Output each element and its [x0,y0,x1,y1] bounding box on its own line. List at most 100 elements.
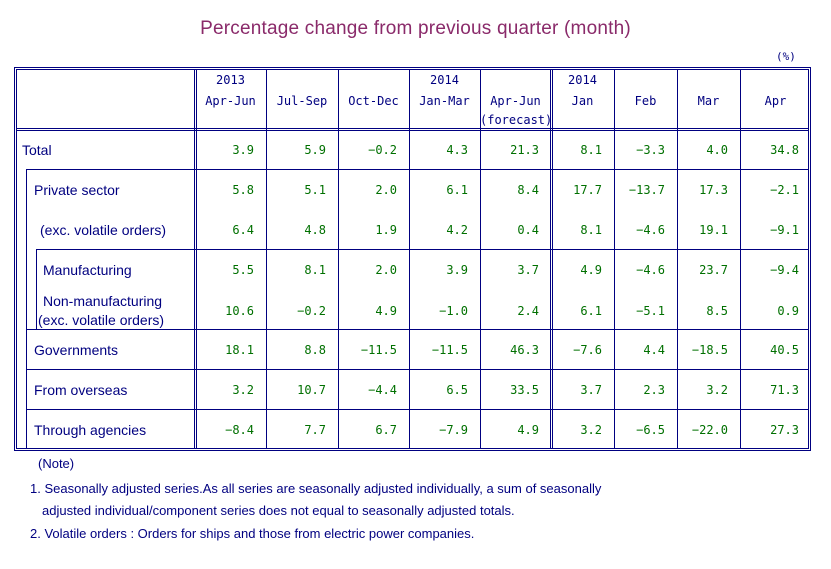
table-cell: 0.9 [777,304,799,318]
column-header-note: (forecast) [480,113,553,127]
table-cell: 40.5 [770,343,799,357]
table-cell: 6.1 [580,304,602,318]
table-cell: 23.7 [699,263,728,277]
row-label-sub: (exc. volatile orders) [38,312,165,328]
note-line-2: adjusted individual/component series doe… [42,503,515,518]
note-line-1: 1. Seasonally adjusted series.As all ser… [30,481,602,496]
table-cell: −9.4 [770,263,799,277]
table-cell: 3.2 [232,383,254,397]
table-cell: 33.5 [510,383,539,397]
unit-label: (%) [776,50,796,63]
table-border [14,450,811,451]
row-label: Non-manufacturing [43,293,163,309]
header-divider [16,128,809,129]
row-label: Manufacturing [43,262,132,278]
table-cell: −2.1 [770,183,799,197]
table-cell: −7.6 [573,343,602,357]
table-border [808,69,809,449]
column-header-year: 2014 [430,73,459,87]
table-cell: −18.5 [691,343,728,357]
row-label: Through agencies [34,422,147,438]
table-cell: 18.1 [225,343,254,357]
table-cell: 4.0 [706,143,728,157]
table-cell: 1.9 [375,223,397,237]
table-cell: 2.4 [517,304,539,318]
table-cell: 5.1 [304,183,326,197]
table-cell: 7.7 [304,423,326,437]
table-cell: −11.5 [431,343,468,357]
table-cell: 8.8 [304,343,326,357]
table-cell: 8.1 [580,143,602,157]
column-header-period: Jan [571,94,594,108]
column-header-period: Mar [697,94,720,108]
table-cell: −3.3 [636,143,665,157]
note-line-3: 2. Volatile orders : Orders for ships an… [30,526,475,541]
table-cell: 4.9 [580,263,602,277]
table-cell: 0.4 [517,223,539,237]
table-cell: 6.4 [232,223,254,237]
row-divider [195,249,808,250]
page-title: Percentage change from previous quarter … [200,18,631,39]
table-cell: −13.7 [628,183,665,197]
row-label: Private sector [34,182,120,198]
table-cell: 27.3 [770,423,799,437]
table-cell: −0.2 [368,143,397,157]
column-header-period: Jul-Sep [276,94,328,108]
row-label: From overseas [34,382,128,398]
table-border [16,448,809,449]
table-cell: 5.8 [232,183,254,197]
table-cell: 8.5 [706,304,728,318]
table-cell: 2.0 [375,263,397,277]
table-cell: 46.3 [510,343,539,357]
table-cell: 3.2 [580,423,602,437]
table-cell: −0.2 [297,304,326,318]
row-divider [26,169,809,170]
column-header-year: 2013 [216,73,245,87]
row-divider [26,409,809,410]
table-cell: −22.0 [691,423,728,437]
row-label: (exc. volatile orders) [40,222,167,238]
table-cell: −4.6 [636,263,665,277]
table-cell: 5.5 [232,263,254,277]
table-cell: 3.9 [446,263,468,277]
row-divider [26,369,809,370]
row-label: Governments [34,342,119,358]
column-header-period: Apr [764,94,787,108]
table-cell: 21.3 [510,143,539,157]
table-cell: 10.6 [225,304,254,318]
table-cell: −9.1 [770,223,799,237]
table-cell: 3.2 [706,383,728,397]
table-cell: 4.2 [446,223,468,237]
indent-line [36,249,37,329]
table-cell: 6.7 [375,423,397,437]
header-divider [16,130,809,131]
table-cell: 6.1 [446,183,468,197]
table-cell: 2.3 [643,383,665,397]
table-cell: 5.9 [304,143,326,157]
table-cell: 8.4 [517,183,539,197]
table-cell: −4.4 [368,383,397,397]
notes-heading: (Note) [38,456,75,471]
table-cell: 8.1 [580,223,602,237]
table-cell: 4.9 [517,423,539,437]
column-header-period: Apr-Jun [490,94,541,108]
indent-line [26,169,27,448]
table-cell: −8.4 [225,423,254,437]
table-cell: 71.3 [770,383,799,397]
table-cell: 3.7 [580,383,602,397]
column-header-period: Feb [634,94,657,108]
table-cell: −7.9 [439,423,468,437]
table-cell: 4.9 [375,304,397,318]
table-border [16,69,17,449]
table-cell: 3.9 [232,143,254,157]
table-cell: 3.7 [517,263,539,277]
table-cell: −4.6 [636,223,665,237]
table-cell: 4.4 [643,343,665,357]
table-cell: 4.3 [446,143,468,157]
column-header-period: Jan-Mar [419,94,470,108]
data-table: 2013 Apr-Jun Jul-Sep Oct-Dec 2014 Jan-Mar Apr-… [14,67,811,451]
table-cell: 34.8 [770,143,799,157]
table-cell: 6.5 [446,383,468,397]
table-cell: −1.0 [439,304,468,318]
table-cell: 10.7 [297,383,326,397]
